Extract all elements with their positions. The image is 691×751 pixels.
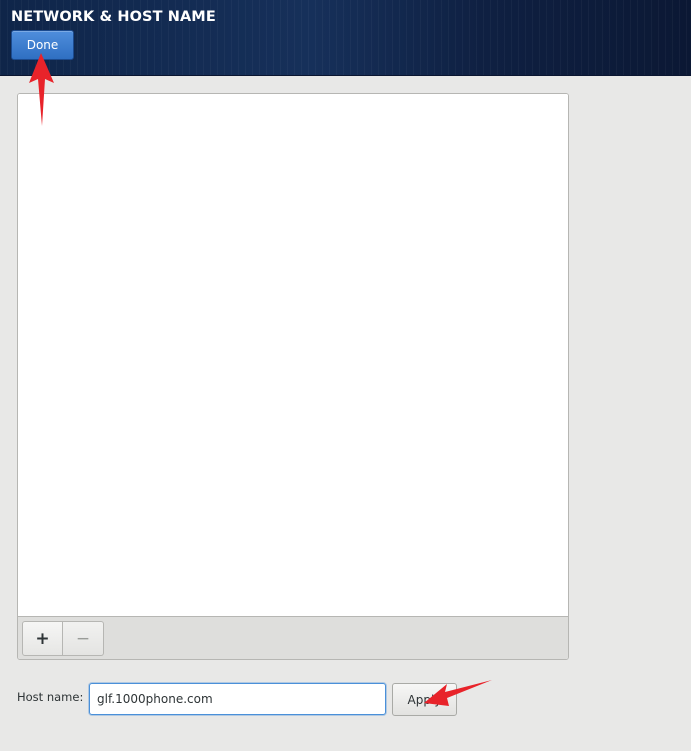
plus-icon: + xyxy=(35,628,50,649)
remove-device-button[interactable]: − xyxy=(63,621,104,656)
hostname-label: Host name: xyxy=(17,690,84,704)
header-bar: NETWORK & HOST NAME Done xyxy=(0,0,691,76)
page-title: NETWORK & HOST NAME xyxy=(11,9,216,25)
done-button[interactable]: Done xyxy=(11,30,74,60)
network-device-list[interactable] xyxy=(18,94,568,617)
device-list-toolbar: + − xyxy=(18,617,568,659)
minus-icon: − xyxy=(75,628,91,649)
hostname-input[interactable] xyxy=(89,683,386,715)
apply-button[interactable]: Apply xyxy=(392,683,457,716)
add-device-button[interactable]: + xyxy=(22,621,63,656)
network-device-panel: + − xyxy=(17,93,569,660)
